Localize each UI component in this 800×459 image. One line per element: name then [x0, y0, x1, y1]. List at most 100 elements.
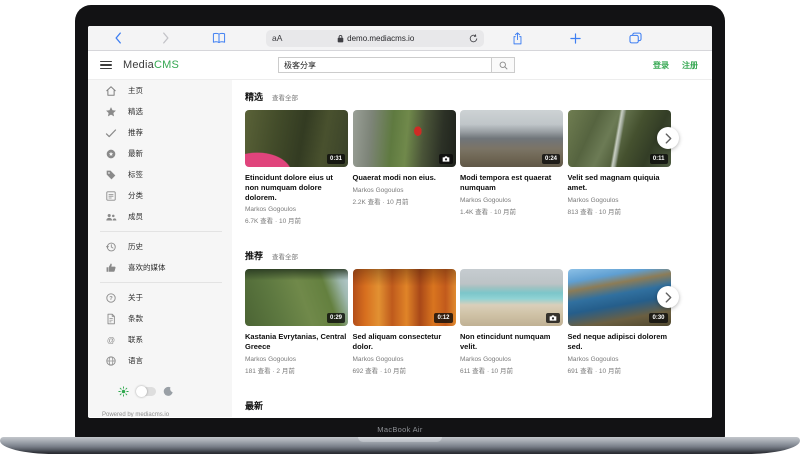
duration-badge: 0:31 [327, 154, 345, 164]
section-title: 精选 [245, 90, 263, 103]
next-arrow-button[interactable] [657, 127, 679, 149]
media-meta: 181 查看 · 2 月前 [245, 365, 348, 375]
video-thumbnail[interactable]: 0:30 [568, 269, 671, 326]
sidebar-item-history[interactable]: 历史 [88, 236, 232, 257]
media-author[interactable]: Markos Gogoulos [460, 356, 563, 363]
lock-icon [337, 34, 344, 43]
star-icon [105, 106, 117, 118]
media-card: Quaerat modi non eius. Markos Gogoulos 2… [353, 110, 456, 225]
menu-icon[interactable] [100, 61, 112, 70]
tabs-icon[interactable] [629, 32, 642, 44]
media-author[interactable]: Markos Gogoulos [353, 356, 456, 363]
media-title[interactable]: Etincidunt dolore eius ut non numquam do… [245, 173, 348, 202]
media-title[interactable]: Non etincidunt numquam velit. [460, 332, 563, 352]
sidebar-item-recommended[interactable]: 推荐 [88, 122, 232, 143]
media-title[interactable]: Sed aliquam consectetur dolor. [353, 332, 456, 352]
duration-badge: 0:24 [542, 154, 560, 164]
camera-icon [439, 154, 453, 164]
section-title: 推荐 [245, 249, 263, 262]
media-title[interactable]: Modi tempora est quaerat numquam [460, 173, 563, 193]
next-arrow-button[interactable] [657, 286, 679, 308]
media-meta: 692 查看 · 10 月前 [353, 365, 456, 375]
media-title[interactable]: Velit sed magnam quiquia amet. [568, 173, 671, 193]
logo-cms: CMS [154, 59, 179, 71]
media-card: 0:31 Etincidunt dolore eius ut non numqu… [245, 110, 348, 225]
media-author[interactable]: Markos Gogoulos [245, 356, 348, 363]
svg-text:?: ? [109, 296, 113, 302]
image-thumbnail[interactable] [353, 110, 456, 167]
globe-icon [105, 355, 117, 367]
view-all-link[interactable]: 查看全部 [272, 251, 298, 261]
divider [100, 282, 222, 283]
refresh-icon[interactable] [469, 34, 478, 43]
search-button[interactable] [491, 57, 515, 73]
macbook-lid-notch [358, 437, 442, 442]
share-icon[interactable] [512, 32, 523, 45]
history-icon [105, 241, 117, 253]
login-button[interactable]: 登录 [653, 60, 669, 71]
sidebar-item-contact[interactable]: @ 联系 [88, 329, 232, 350]
media-title[interactable]: Sed neque adipisci dolorem sed. [568, 332, 671, 352]
duration-badge: 0:11 [650, 154, 668, 164]
search-input[interactable] [278, 57, 491, 73]
thumb-up-icon [105, 262, 117, 274]
media-title[interactable]: Kastania Evrytanias, Central Greece [245, 332, 348, 352]
section-title: 最新 [245, 399, 263, 412]
sidebar-item-terms[interactable]: 条款 [88, 308, 232, 329]
sidebar-label: 主页 [128, 85, 143, 96]
image-thumbnail[interactable] [460, 269, 563, 326]
media-author[interactable]: Markos Gogoulos [568, 197, 671, 204]
sidebar-item-home[interactable]: 主页 [88, 80, 232, 101]
reader-button[interactable]: aA [272, 33, 282, 43]
address-bar[interactable]: aA demo.mediacms.io [266, 30, 484, 47]
forward-icon[interactable] [162, 32, 170, 44]
sidebar-label: 最新 [128, 148, 143, 159]
video-thumbnail[interactable]: 0:12 [353, 269, 456, 326]
view-all-link[interactable]: 查看全部 [272, 92, 298, 102]
sidebar-book-icon[interactable] [212, 32, 226, 44]
powered-by[interactable]: Powered by mediacms.io [88, 412, 232, 417]
sidebar-item-liked-media[interactable]: 喜欢的媒体 [88, 257, 232, 278]
sidebar-item-about[interactable]: ? 关于 [88, 287, 232, 308]
section-featured: 精选 查看全部 0:31 Etincidunt dolore eius ut n… [245, 90, 712, 225]
media-author[interactable]: Markos Gogoulos [245, 206, 348, 213]
sidebar-item-latest[interactable]: 最新 [88, 143, 232, 164]
media-meta: 2.2K 查看 · 10 月前 [353, 196, 456, 206]
back-icon[interactable] [114, 32, 122, 44]
new-releases-icon [105, 148, 117, 160]
site-header: MediaCMS 登录 注册 [88, 51, 712, 80]
video-thumbnail[interactable]: 0:31 [245, 110, 348, 167]
sidebar-label: 喜欢的媒体 [128, 262, 166, 273]
media-author[interactable]: Markos Gogoulos [353, 187, 456, 194]
register-button[interactable]: 注册 [682, 60, 698, 71]
sidebar-item-featured[interactable]: 精选 [88, 101, 232, 122]
section-latest: 最新 [245, 399, 712, 417]
media-title[interactable]: Quaerat modi non eius. [353, 173, 456, 183]
sidebar-label: 历史 [128, 241, 143, 252]
macbook-frame: aA demo.mediacms.io [75, 5, 725, 438]
media-meta: 1.4K 查看 · 10 月前 [460, 206, 563, 216]
video-thumbnail[interactable]: 0:11 [568, 110, 671, 167]
video-thumbnail[interactable]: 0:29 [245, 269, 348, 326]
sidebar-item-categories[interactable]: 分类 [88, 185, 232, 206]
sidebar-item-language[interactable]: 语言 [88, 350, 232, 371]
screenshot-stage: aA demo.mediacms.io [0, 0, 800, 459]
sidebar-item-members[interactable]: 成员 [88, 206, 232, 227]
site-logo[interactable]: MediaCMS [123, 59, 179, 71]
members-icon [105, 211, 117, 223]
at-icon: @ [105, 334, 117, 346]
new-tab-icon[interactable] [570, 33, 581, 44]
screen: aA demo.mediacms.io [88, 26, 712, 418]
theme-switch[interactable] [136, 387, 156, 396]
check-icon [105, 127, 117, 139]
media-author[interactable]: Markos Gogoulos [460, 197, 563, 204]
sidebar: 主页 精选 推荐 最新 [88, 80, 232, 417]
media-card: 0:24 Modi tempora est quaerat numquam Ma… [460, 110, 563, 225]
category-icon [105, 190, 117, 202]
sidebar-item-tags[interactable]: 标签 [88, 164, 232, 185]
video-thumbnail[interactable]: 0:24 [460, 110, 563, 167]
duration-badge: 0:12 [434, 313, 452, 323]
help-icon: ? [105, 292, 117, 304]
macbook-base [0, 437, 800, 454]
media-author[interactable]: Markos Gogoulos [568, 356, 671, 363]
